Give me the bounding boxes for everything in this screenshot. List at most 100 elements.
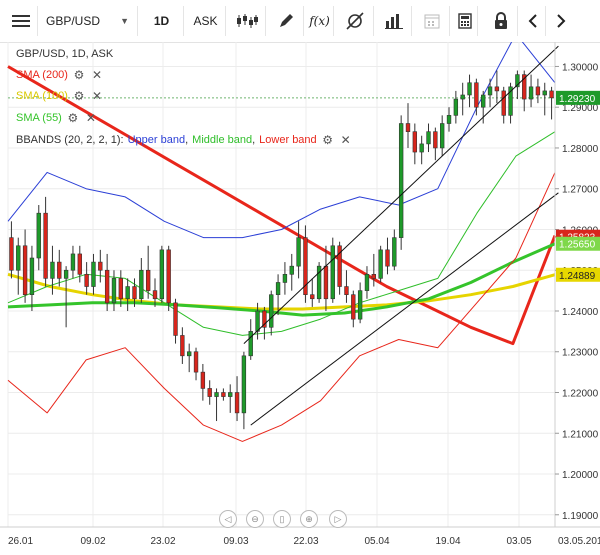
legend-sma200: SMA (200) ⚙ ✕ <box>16 68 104 82</box>
candle-body <box>118 278 123 300</box>
close-icon[interactable]: ✕ <box>339 133 353 147</box>
close-icon[interactable]: ✕ <box>84 111 98 125</box>
close-icon[interactable]: ✕ <box>90 68 104 82</box>
candle-body <box>98 261 103 271</box>
indicators-button[interactable]: f(x) <box>306 6 334 36</box>
zoom-out-icon: ⊖ <box>251 513 259 524</box>
candle-body <box>125 286 130 300</box>
candle-body <box>481 94 486 108</box>
menu-button[interactable] <box>4 6 38 36</box>
gear-icon[interactable]: ⚙ <box>72 68 86 82</box>
legend-sma55-label: SMA (55) <box>16 112 62 124</box>
timeframe-label: 1D <box>153 14 170 28</box>
candle-body <box>323 265 329 300</box>
candle-body <box>310 294 315 300</box>
y-tick-label: 1.23000 <box>562 348 599 359</box>
candle-body <box>22 245 28 295</box>
candle-body <box>193 351 199 373</box>
candle-body <box>104 269 110 304</box>
candle-body <box>187 351 192 357</box>
candle-body <box>542 90 547 96</box>
candle-body <box>77 253 82 275</box>
volume-button[interactable] <box>376 6 412 36</box>
candle-body <box>50 261 55 279</box>
candle-body <box>392 237 397 267</box>
candle-body <box>501 90 506 116</box>
zoom-in-button[interactable]: ⊕ <box>300 510 318 528</box>
draw-button[interactable] <box>268 6 304 36</box>
next-button[interactable] <box>548 6 574 36</box>
y-tick-label: 1.24000 <box>562 307 599 318</box>
scroll-right-button[interactable]: ▷ <box>329 510 347 528</box>
candle-body <box>446 115 452 124</box>
chart-toolbar: GBP/USD ▼ 1D ASK f(x) <box>0 0 600 43</box>
candle-body <box>275 282 281 295</box>
y-tick-label: 1.27000 <box>562 185 599 196</box>
close-icon[interactable]: ✕ <box>90 89 104 103</box>
gear-icon[interactable]: ⚙ <box>321 133 335 147</box>
gear-icon[interactable]: ⚙ <box>72 89 86 103</box>
lock-button[interactable] <box>484 6 518 36</box>
candle-body <box>159 249 165 300</box>
candle-body <box>330 245 335 300</box>
y-tick-label: 1.21000 <box>562 429 599 440</box>
candle-body <box>487 86 493 96</box>
crosshair-icon <box>345 12 364 30</box>
candle-body <box>494 86 500 92</box>
candle-body <box>453 98 459 116</box>
prev-button[interactable] <box>520 6 546 36</box>
candle-body <box>398 123 404 238</box>
candle-body <box>36 212 41 259</box>
candle-body <box>426 131 431 145</box>
candle-body <box>29 257 35 295</box>
series-line <box>7 172 556 442</box>
candle-body <box>440 123 445 149</box>
candle-body <box>528 86 534 100</box>
calculator-button[interactable] <box>452 6 478 36</box>
x-tick-label: 09.02 <box>80 536 105 547</box>
fit-icon: ▯ <box>279 513 285 524</box>
symbol-selector[interactable]: GBP/USD ▼ <box>40 6 138 36</box>
candle-body <box>351 294 356 320</box>
candle-body <box>378 249 383 279</box>
calendar-icon <box>424 14 439 29</box>
candle-body <box>248 331 253 357</box>
zoom-out-button[interactable]: ⊖ <box>246 510 264 528</box>
legend-sma200-label: SMA (200) <box>16 69 68 81</box>
gear-icon[interactable]: ⚙ <box>66 111 80 125</box>
zoom-in-icon: ⊕ <box>305 513 313 524</box>
candle-body <box>241 355 247 414</box>
x-tick-label: 22.03 <box>293 536 318 547</box>
price-type-label: ASK <box>193 14 218 28</box>
legend-sma100: SMA (100) ⚙ ✕ <box>16 89 104 103</box>
legend-bbands-prefix: BBANDS (20, 2, 2, 1): <box>16 134 124 146</box>
fit-button[interactable]: ▯ <box>273 510 291 528</box>
price-type-selector[interactable]: ASK <box>186 6 226 36</box>
chart-type-button[interactable] <box>228 6 266 36</box>
candle-body <box>433 131 438 149</box>
trendline <box>243 45 559 344</box>
crosshair-button[interactable] <box>336 6 374 36</box>
candle-body <box>255 310 260 332</box>
series-line <box>7 131 556 336</box>
candle-body <box>357 290 363 320</box>
candle-body <box>57 261 62 279</box>
candle-body <box>228 392 233 397</box>
calendar-button[interactable] <box>414 6 450 36</box>
candle-body <box>221 392 226 397</box>
candle-body <box>145 269 151 291</box>
candle-body <box>549 90 554 99</box>
candle-body <box>419 143 424 153</box>
candle-body <box>282 274 288 283</box>
menu-icon <box>11 15 30 27</box>
candle-body <box>474 82 479 108</box>
scroll-left-button[interactable]: ◁ <box>219 510 237 528</box>
candle-body <box>132 286 137 300</box>
candle-body <box>385 249 390 267</box>
legend-lower-band: Lower band <box>259 134 317 146</box>
volume-bars-icon <box>384 14 403 29</box>
timeframe-selector[interactable]: 1D <box>140 6 184 36</box>
candle-body <box>460 94 465 100</box>
candle-body <box>289 265 294 275</box>
y-axis: 1.19000 1.20000 1.21000 1.22000 1.23000 1.240… <box>554 42 599 527</box>
